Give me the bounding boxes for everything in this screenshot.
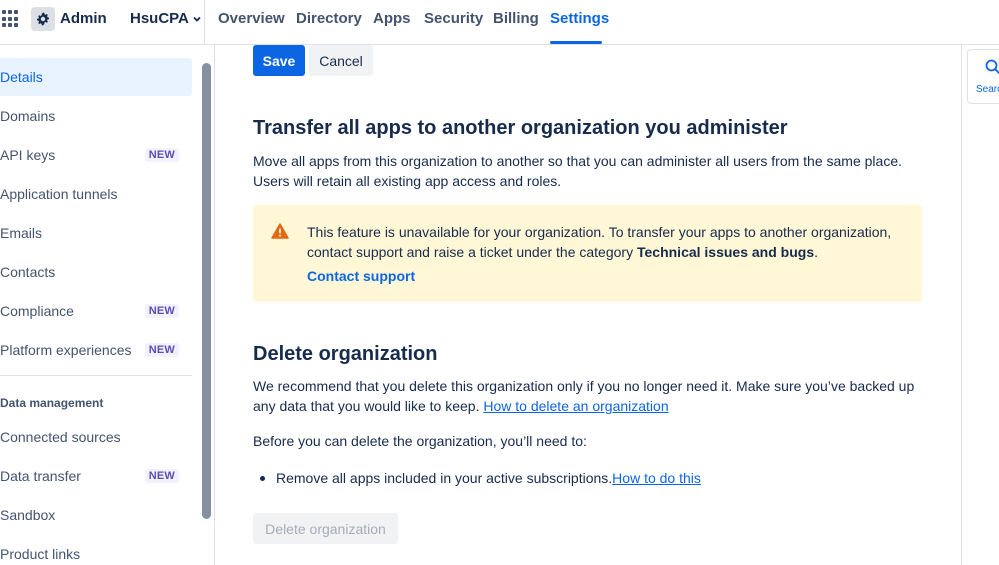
cancel-button[interactable]: Cancel xyxy=(309,45,373,76)
sidebar-item-platform-experiences[interactable]: Platform experiences NEW xyxy=(0,331,192,369)
list-item: Remove all apps included in your active … xyxy=(260,470,701,486)
tab-settings[interactable]: Settings xyxy=(550,10,609,27)
search-icon xyxy=(985,59,999,74)
gear-icon xyxy=(31,7,55,31)
sidebar-item-label: Contacts xyxy=(0,264,56,280)
top-navigation: Admin HsuCPA Overview Directory Apps Sec… xyxy=(0,0,999,45)
sidebar-item-data-transfer[interactable]: Data transfer NEW xyxy=(0,457,192,495)
sidebar-item-application-tunnels[interactable]: Application tunnels xyxy=(0,175,192,213)
tab-directory[interactable]: Directory xyxy=(296,10,362,27)
warning-text-end: . xyxy=(814,244,819,260)
active-tab-indicator xyxy=(550,41,602,44)
sidebar-item-label: Compliance xyxy=(0,303,74,319)
delete-heading: Delete organization xyxy=(253,343,438,365)
warning-banner: This feature is unavailable for your org… xyxy=(253,205,922,302)
delete-description: We recommend that you delete this organi… xyxy=(253,376,933,416)
bullet-text: Remove all apps included in your active … xyxy=(276,470,613,486)
search-label: Searc xyxy=(976,84,999,95)
sidebar-item-emails[interactable]: Emails xyxy=(0,214,192,252)
new-badge: NEW xyxy=(144,148,179,162)
sidebar-item-connected-sources[interactable]: Connected sources xyxy=(0,418,192,456)
sidebar-item-label: Application tunnels xyxy=(0,186,118,202)
main-content: Save Cancel Transfer all apps to another… xyxy=(216,45,961,565)
sidebar-item-api-keys[interactable]: API keys NEW xyxy=(0,136,192,174)
sidebar-item-compliance[interactable]: Compliance NEW xyxy=(0,292,192,330)
sidebar-item-label: Emails xyxy=(0,225,43,241)
delete-organization-button[interactable]: Delete organization xyxy=(253,513,398,544)
tab-apps[interactable]: Apps xyxy=(373,10,411,27)
sidebar-item-label: Sandbox xyxy=(0,507,56,523)
sidebar-item-label: API keys xyxy=(0,147,56,163)
nav-divider xyxy=(204,0,205,45)
tab-overview[interactable]: Overview xyxy=(218,10,285,27)
sidebar-item-label: Data transfer xyxy=(0,468,81,484)
how-to-do-this-link[interactable]: How to do this xyxy=(612,470,701,486)
sidebar-divider xyxy=(0,375,192,376)
new-badge: NEW xyxy=(144,469,179,483)
sidebar-scrollbar[interactable] xyxy=(202,63,211,519)
tab-billing[interactable]: Billing xyxy=(493,10,539,27)
save-button[interactable]: Save xyxy=(253,45,305,76)
sidebar-item-label: Platform experiences xyxy=(0,342,132,358)
sidebar-item-label: Details xyxy=(0,69,43,85)
sidebar-item-product-links[interactable]: Product links xyxy=(0,535,192,565)
tab-security[interactable]: Security xyxy=(424,10,483,27)
chevron-down-icon xyxy=(193,16,201,22)
sidebar: Details Domains API keys NEW Application… xyxy=(0,45,215,565)
app-switcher-icon[interactable] xyxy=(2,10,20,28)
sidebar-item-details[interactable]: Details xyxy=(0,58,192,96)
app-name[interactable]: Admin xyxy=(60,10,107,27)
sidebar-section-heading: Data management xyxy=(0,396,104,410)
transfer-heading: Transfer all apps to another organizatio… xyxy=(253,117,788,139)
bullet-icon xyxy=(260,475,265,481)
org-name: HsuCPA xyxy=(130,10,189,27)
sidebar-item-label: Connected sources xyxy=(0,429,121,445)
warning-message: This feature is unavailable for your org… xyxy=(307,222,907,262)
org-switcher[interactable]: HsuCPA xyxy=(130,10,202,27)
new-badge: NEW xyxy=(144,304,179,318)
delete-prereq: Before you can delete the organization, … xyxy=(253,433,587,449)
contact-support-link[interactable]: Contact support xyxy=(307,268,415,284)
warning-icon xyxy=(271,223,289,244)
sidebar-item-label: Product links xyxy=(0,546,81,562)
transfer-description: Move all apps from this organization to … xyxy=(253,153,902,189)
sidebar-item-contacts[interactable]: Contacts xyxy=(0,253,192,291)
new-badge: NEW xyxy=(144,343,179,357)
warning-category: Technical issues and bugs xyxy=(636,244,815,260)
sidebar-item-label: Domains xyxy=(0,108,56,124)
right-rail xyxy=(961,45,999,565)
sidebar-item-domains[interactable]: Domains xyxy=(0,97,192,135)
sidebar-item-sandbox[interactable]: Sandbox xyxy=(0,496,192,534)
how-to-delete-link[interactable]: How to delete an organization xyxy=(483,398,668,414)
search-panel-button[interactable] xyxy=(967,49,999,104)
